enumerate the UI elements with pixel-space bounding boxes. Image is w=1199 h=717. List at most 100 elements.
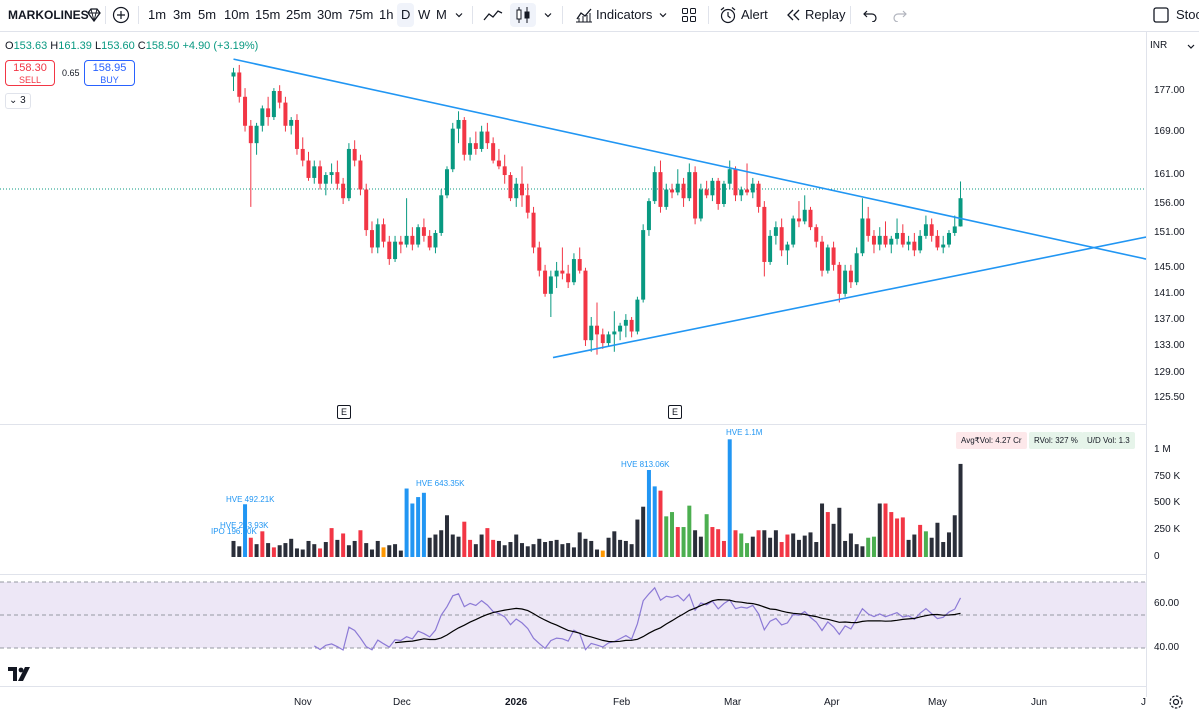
candle	[254, 122, 259, 155]
candle	[508, 172, 513, 202]
candle	[848, 264, 853, 289]
currency-selector[interactable]: INR	[1150, 40, 1195, 51]
volume-bar	[289, 538, 294, 557]
candle	[658, 160, 663, 213]
volume-bar	[670, 512, 675, 557]
volume-bar	[508, 542, 513, 557]
candle	[785, 241, 790, 265]
volume-bar	[946, 532, 951, 557]
candle	[710, 177, 715, 202]
volume-bar	[387, 545, 392, 557]
candle	[589, 317, 594, 352]
candle	[398, 235, 403, 254]
volume-bar	[606, 537, 611, 557]
close-value: 158.50	[145, 40, 180, 52]
volume-bar	[375, 540, 380, 557]
tradingview-logo-icon[interactable]	[8, 665, 34, 683]
volume-tick: 750 K	[1154, 471, 1181, 482]
sell-button[interactable]: 158.30 SELL	[5, 60, 55, 86]
candle	[444, 166, 449, 199]
chart-settings-gear-icon[interactable]	[1168, 694, 1184, 710]
volume-tick: 250 K	[1154, 524, 1181, 535]
candle	[329, 163, 334, 184]
candle	[791, 215, 796, 248]
candle	[600, 328, 605, 349]
earnings-marker[interactable]: E	[337, 405, 351, 419]
volume-bar	[260, 531, 265, 557]
volume-bar	[277, 545, 282, 557]
buy-button[interactable]: 158.95 BUY	[84, 60, 135, 86]
volume-bar	[704, 514, 709, 557]
price-tick: 161.00	[1154, 169, 1185, 180]
candle	[889, 235, 894, 254]
volume-bar	[854, 544, 859, 557]
candle	[433, 230, 438, 254]
volume-bar	[439, 530, 444, 557]
volume-bar	[796, 539, 801, 557]
volume-bar	[750, 536, 755, 557]
candle	[646, 198, 651, 236]
volume-bar	[410, 503, 415, 557]
candle	[571, 253, 576, 286]
candle	[883, 221, 888, 248]
candle	[352, 140, 357, 167]
volume-bar	[329, 528, 334, 557]
volume-bar	[496, 540, 501, 557]
price-tick: 125.50	[1154, 392, 1185, 403]
sell-price: 158.30	[13, 62, 47, 74]
candle	[918, 230, 923, 254]
indicators-collapse-toggle[interactable]: ⌄ 3	[5, 93, 31, 109]
rsi-tick: 60.00	[1154, 598, 1180, 609]
volume-bar	[491, 539, 496, 557]
candle	[952, 215, 957, 236]
main-chart[interactable]	[0, 0, 1199, 717]
candle	[416, 224, 421, 248]
volume-bar	[843, 540, 848, 557]
candle	[779, 218, 784, 257]
volume-bar	[848, 533, 853, 557]
price-tick: 145.00	[1154, 262, 1185, 273]
price-axis-border	[1146, 32, 1147, 697]
candle	[393, 235, 398, 262]
candle	[721, 180, 726, 207]
price-tick: 169.00	[1154, 126, 1185, 137]
volume-bar	[820, 503, 825, 557]
volume-bar	[895, 518, 900, 557]
volume-bar	[444, 515, 449, 557]
candle	[739, 186, 744, 202]
candle	[773, 221, 778, 245]
candle	[520, 166, 524, 207]
volume-bar	[600, 550, 605, 557]
volume-bar	[531, 544, 536, 557]
candle	[860, 198, 865, 257]
candle	[381, 218, 386, 248]
volume-bar	[825, 512, 830, 557]
volume-bar	[404, 488, 409, 557]
pane-separator-volume[interactable]	[0, 424, 1147, 425]
volume-bar	[768, 537, 773, 557]
time-label: J	[1141, 697, 1146, 708]
low-value: 153.60	[101, 40, 135, 52]
rvol-tag: RVol: 327 %	[1029, 432, 1083, 449]
earnings-marker[interactable]: E	[668, 405, 682, 419]
pane-separator-rsi[interactable]	[0, 574, 1147, 575]
upper-trendline[interactable]	[233, 58, 1147, 260]
volume-bar	[271, 547, 276, 557]
volume-bar	[237, 546, 242, 557]
candle	[323, 172, 328, 196]
volume-annotation: HVE 492.21K	[226, 495, 275, 504]
volume-bar	[381, 547, 386, 557]
candle	[491, 137, 496, 164]
volume-bar	[716, 529, 721, 557]
volume-bar	[537, 538, 542, 557]
candle	[421, 218, 426, 242]
volume-bar	[618, 539, 623, 557]
candle	[450, 122, 455, 173]
volume-bar	[485, 528, 490, 557]
candle	[958, 181, 963, 227]
candle	[369, 221, 374, 254]
price-tick: 156.00	[1154, 198, 1185, 209]
volume-bar	[427, 537, 432, 557]
high-value: 161.39	[58, 40, 92, 52]
volume-bar	[935, 522, 940, 557]
